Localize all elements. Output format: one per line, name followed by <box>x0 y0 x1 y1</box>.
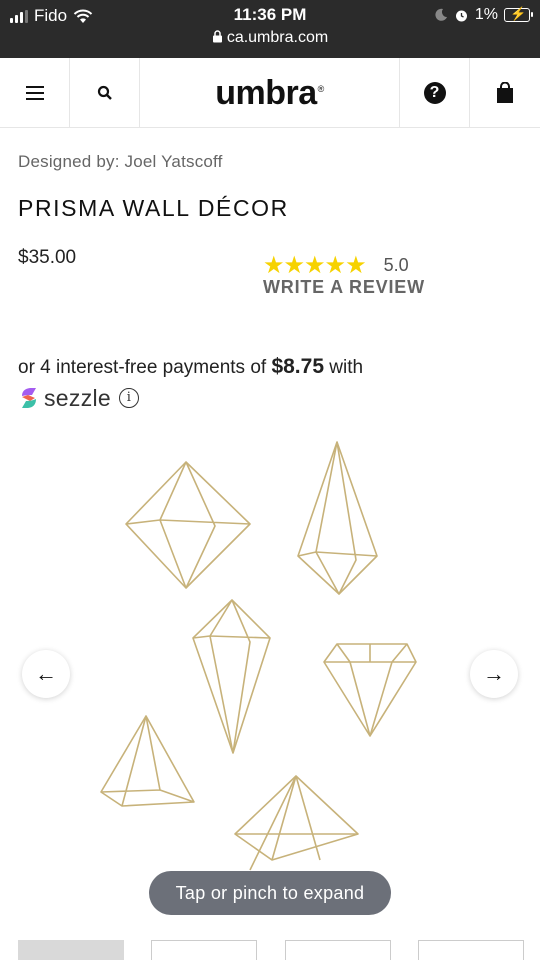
product-price: $35.00 <box>18 247 77 268</box>
next-image-button[interactable]: → <box>470 650 518 698</box>
info-icon[interactable]: i <box>119 388 139 408</box>
installment-amount: $8.75 <box>271 355 325 378</box>
search-button[interactable] <box>70 58 140 128</box>
prism-diamond <box>323 643 417 737</box>
site-header: umbra ® ? <box>0 58 540 128</box>
url-bar[interactable]: ca.umbra.com <box>0 29 540 47</box>
sezzle-brand[interactable]: sezzle i <box>18 383 139 413</box>
sezzle-payment-note: or 4 interest-free payments of $8.75 wit… <box>18 352 528 420</box>
thumbnail[interactable] <box>285 940 391 960</box>
thumbnail[interactable] <box>18 940 124 960</box>
umbra-logo[interactable]: umbra ® <box>140 58 400 128</box>
payment-suffix: with <box>329 357 364 378</box>
designer-credit: Designed by: Joel Yatscoff <box>18 152 223 171</box>
prev-image-button[interactable]: ← <box>22 650 70 698</box>
battery-percent: 1% <box>474 6 498 23</box>
prism-octahedron <box>125 461 251 589</box>
url-text: ca.umbra.com <box>226 29 329 46</box>
thumbnail[interactable] <box>151 940 257 960</box>
shopping-bag-icon <box>497 82 513 103</box>
hamburger-menu-icon <box>25 82 44 104</box>
prism-bottom-large <box>234 775 359 871</box>
thumbnail[interactable] <box>418 940 524 960</box>
thumbnail-strip <box>0 940 540 960</box>
sezzle-logo-icon <box>22 388 36 408</box>
rating-score: 5.0 <box>383 255 409 275</box>
help-icon: ? <box>423 82 446 104</box>
rating-stars: ★★★★★ <box>263 252 367 279</box>
menu-button[interactable] <box>0 58 70 128</box>
logo-text: umbra <box>215 73 317 112</box>
prism-tall-spike <box>297 441 378 595</box>
product-title: PRISMA WALL DÉCOR <box>18 195 289 221</box>
status-bar: Fido 11:36 PM ca.umbra.com 1% ⚡ <box>0 0 540 58</box>
status-right: 1% ⚡ <box>434 6 533 24</box>
product-image-gallery[interactable]: ← → <box>0 430 540 935</box>
sezzle-wordmark: sezzle <box>44 385 111 411</box>
payment-prefix: or 4 interest-free payments of <box>18 357 267 378</box>
registered-mark: ® <box>317 84 325 94</box>
help-button[interactable]: ? <box>400 58 470 128</box>
prism-pyramid-left <box>100 715 195 807</box>
cart-button[interactable] <box>470 58 540 128</box>
prism-center-kite <box>192 599 271 754</box>
battery-icon: ⚡ <box>504 6 533 22</box>
alarm-icon <box>455 10 467 21</box>
product-image[interactable] <box>0 430 540 935</box>
write-review-link[interactable]: WRITE A REVIEW <box>263 277 425 298</box>
lock-icon <box>212 30 222 43</box>
expand-hint-toast: Tap or pinch to expand <box>149 871 391 915</box>
rating-block: ★★★★★ 5.0 WRITE A REVIEW <box>263 251 425 298</box>
search-icon <box>97 85 112 100</box>
moon-icon <box>435 8 447 21</box>
